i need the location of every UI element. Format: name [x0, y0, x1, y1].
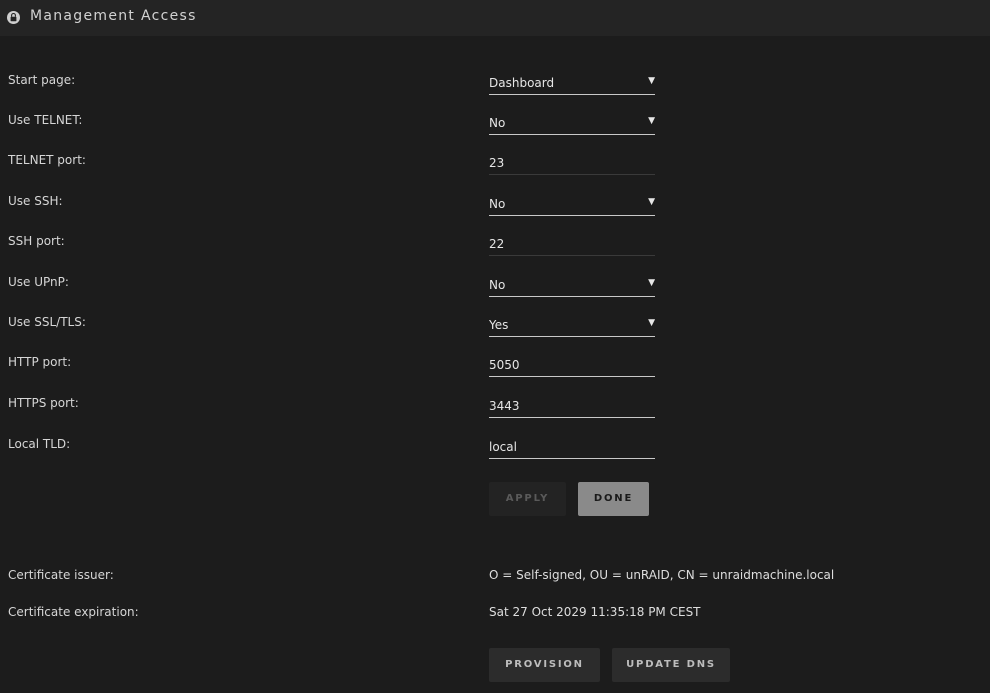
- telnet-port-input[interactable]: 23: [489, 152, 655, 175]
- chevron-down-icon: ▼: [648, 76, 655, 86]
- telnet-port-label: TELNET port:: [8, 153, 86, 167]
- http-port-value: 5050: [489, 358, 520, 372]
- use-ssh-select[interactable]: No ▼: [489, 193, 655, 216]
- http-port-label: HTTP port:: [8, 355, 72, 369]
- chevron-down-icon: ▼: [648, 116, 655, 126]
- done-button[interactable]: Done: [578, 482, 649, 516]
- lock-icon: [7, 11, 20, 24]
- certificate-expiration-value: Sat 27 Oct 2029 11:35:18 PM CEST: [489, 605, 701, 619]
- update-dns-button[interactable]: Update DNS: [612, 648, 730, 682]
- use-ssl-tls-select[interactable]: Yes ▼: [489, 314, 655, 337]
- ssh-port-label: SSH port:: [8, 234, 65, 248]
- https-port-value: 3443: [489, 399, 520, 413]
- certificate-issuer-label: Certificate issuer:: [8, 568, 114, 582]
- certificate-issuer-value: O = Self-signed, OU = unRAID, CN = unrai…: [489, 568, 835, 582]
- ssh-port-value: 22: [489, 237, 505, 251]
- chevron-down-icon: ▼: [648, 278, 655, 288]
- telnet-port-value: 23: [489, 156, 505, 170]
- use-telnet-select[interactable]: No ▼: [489, 112, 655, 135]
- certificate-expiration-label: Certificate expiration:: [8, 605, 139, 619]
- apply-button[interactable]: Apply: [489, 482, 566, 516]
- chevron-down-icon: ▼: [648, 197, 655, 207]
- start-page-label: Start page:: [8, 73, 76, 87]
- ssh-port-input[interactable]: 22: [489, 233, 655, 256]
- use-upnp-value: No: [489, 278, 506, 292]
- chevron-down-icon: ▼: [648, 318, 655, 328]
- section-title: Management Access: [30, 8, 197, 24]
- https-port-input[interactable]: 3443: [489, 395, 655, 418]
- use-ssh-value: No: [489, 197, 506, 211]
- start-page-value: Dashboard: [489, 76, 555, 90]
- use-ssl-tls-value: Yes: [489, 318, 509, 332]
- use-telnet-value: No: [489, 116, 506, 130]
- use-telnet-label: Use TELNET:: [8, 113, 83, 127]
- start-page-select[interactable]: Dashboard ▼: [489, 72, 655, 95]
- use-upnp-label: Use UPnP:: [8, 275, 69, 289]
- section-header: Management Access: [0, 0, 990, 36]
- use-ssh-label: Use SSH:: [8, 194, 63, 208]
- local-tld-value: local: [489, 440, 517, 454]
- local-tld-label: Local TLD:: [8, 437, 71, 451]
- provision-button[interactable]: Provision: [489, 648, 600, 682]
- https-port-label: HTTPS port:: [8, 396, 79, 410]
- local-tld-input[interactable]: local: [489, 436, 655, 459]
- use-ssl-tls-label: Use SSL/TLS:: [8, 315, 86, 329]
- use-upnp-select[interactable]: No ▼: [489, 274, 655, 297]
- http-port-input[interactable]: 5050: [489, 354, 655, 377]
